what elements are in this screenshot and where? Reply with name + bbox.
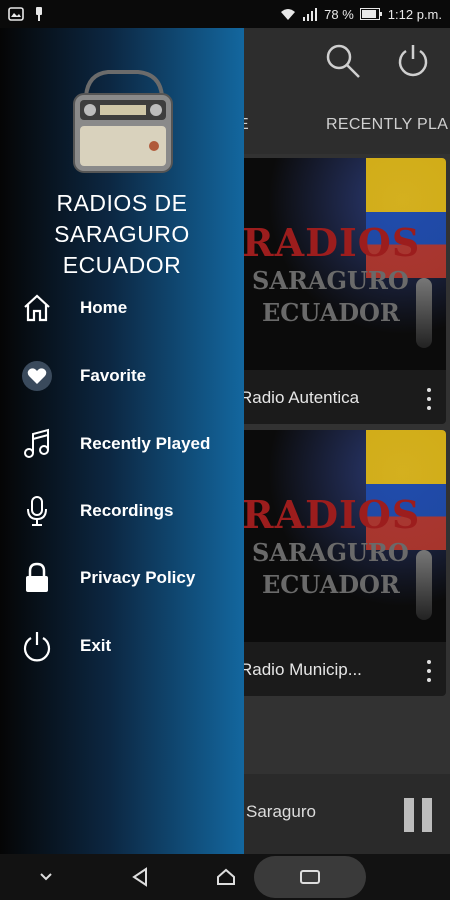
lock-icon: [20, 561, 54, 595]
music-note-icon: [20, 427, 54, 461]
artwork-text-2: SARAGURO: [252, 538, 409, 567]
power-icon: [20, 629, 54, 663]
back-button[interactable]: [128, 862, 152, 892]
station-card[interactable]: RADIOS SARAGURO ECUADOR Radio Municip...: [228, 430, 446, 696]
system-nav-bar: [0, 854, 450, 900]
battery-icon: [359, 8, 382, 20]
home-icon: [20, 291, 54, 325]
recent-apps-button[interactable]: [254, 856, 366, 898]
artwork-text-1: RADIOS: [242, 220, 421, 265]
artwork-text-1: RADIOS: [242, 492, 421, 537]
usb-notification-icon: [34, 6, 44, 22]
wifi-icon: [280, 8, 296, 21]
menu-item-label: Privacy Policy: [80, 568, 196, 587]
station-artwork: RADIOS SARAGURO ECUADOR: [228, 430, 446, 642]
tab-recently-played[interactable]: RECENTLY PLA: [326, 116, 448, 134]
menu-item-favorite[interactable]: Favorite: [0, 348, 244, 404]
search-button[interactable]: [322, 40, 364, 82]
drawer-title-line: ECUADOR: [62, 252, 182, 278]
drawer-title-line: RADIOS DE: [56, 190, 188, 216]
home-nav-button[interactable]: [212, 862, 240, 892]
radio-logo-icon: [68, 56, 178, 176]
menu-item-home[interactable]: Home: [0, 280, 244, 336]
microphone-icon: [20, 494, 54, 528]
power-button[interactable]: [392, 40, 434, 82]
station-name: Radio Municip...: [240, 660, 362, 679]
clock: 1:12 p.m.: [387, 6, 442, 22]
station-artwork: RADIOS SARAGURO ECUADOR: [228, 158, 446, 370]
home-icon: [217, 868, 235, 885]
microphone-image: [416, 550, 432, 620]
heart-icon: [20, 359, 54, 393]
battery-percent: 78 %: [324, 6, 354, 22]
chevron-down-icon: [40, 873, 52, 881]
station-name: Radio Autentica: [240, 388, 360, 407]
artwork-text-3: ECUADOR: [262, 298, 400, 327]
hide-nav-button[interactable]: [36, 862, 56, 892]
station-card[interactable]: RADIOS SARAGURO ECUADOR Radio Autentica: [228, 158, 446, 424]
status-bar: 78 % 1:12 p.m.: [0, 0, 450, 28]
more-options-icon[interactable]: [426, 660, 432, 682]
artwork-text-3: ECUADOR: [262, 570, 400, 599]
drawer-title-line: SARAGURO: [54, 221, 190, 247]
artwork-text-2: SARAGURO: [252, 266, 409, 295]
menu-item-label: Recently Played: [80, 434, 211, 453]
more-options-icon[interactable]: [426, 388, 432, 410]
menu-item-label: Recordings: [80, 501, 174, 520]
menu-item-label: Exit: [80, 636, 112, 655]
photo-notification-icon: [8, 7, 24, 21]
signal-icon: [302, 7, 318, 21]
menu-item-recently-played[interactable]: Recently Played: [0, 416, 244, 472]
microphone-image: [416, 278, 432, 348]
menu-item-privacy-policy[interactable]: Privacy Policy: [0, 550, 244, 606]
power-icon: [398, 45, 428, 77]
now-playing-label: Saraguro: [246, 802, 316, 821]
navigation-drawer: RADIOS DE SARAGURO ECUADOR Home Favorite…: [0, 28, 244, 854]
back-icon: [132, 867, 147, 887]
menu-item-exit[interactable]: Exit: [0, 618, 244, 674]
menu-item-label: Favorite: [80, 366, 147, 385]
drawer-title: RADIOS DE SARAGURO ECUADOR: [0, 188, 244, 281]
pause-button[interactable]: [404, 798, 436, 832]
recent-apps-icon: [300, 870, 320, 884]
menu-item-label: Home: [80, 298, 128, 317]
search-icon: [326, 44, 360, 78]
menu-item-recordings[interactable]: Recordings: [0, 483, 244, 539]
